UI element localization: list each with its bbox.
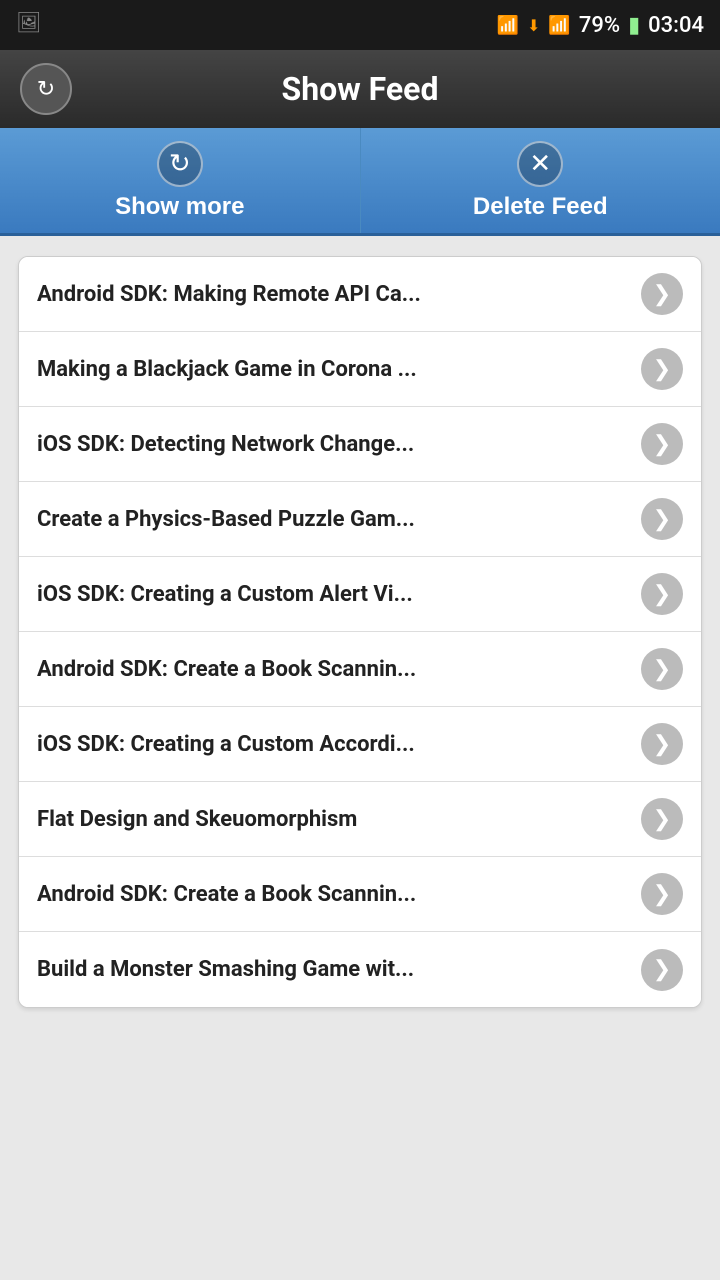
feed-item-arrow-icon: ❯	[641, 348, 683, 390]
status-bar: 🖼 📶 ⬇ 📶 79% ▮ 03:04	[0, 0, 720, 50]
time-display: 03:04	[648, 13, 704, 38]
feed-item[interactable]: Making a Blackjack Game in Corona ... ❯	[19, 332, 701, 407]
feed-item-title: Flat Design and Skeuomorphism	[37, 807, 631, 832]
feed-item-title: Build a Monster Smashing Game wit...	[37, 957, 631, 982]
feed-item-arrow-icon: ❯	[641, 498, 683, 540]
feed-item[interactable]: Create a Physics-Based Puzzle Gam... ❯	[19, 482, 701, 557]
feed-item[interactable]: Android SDK: Create a Book Scannin... ❯	[19, 632, 701, 707]
feed-item-arrow-icon: ❯	[641, 873, 683, 915]
wifi-icon: 📶	[497, 15, 519, 36]
battery-icon: ▮	[628, 13, 640, 38]
feed-item-arrow-icon: ❯	[641, 573, 683, 615]
delete-feed-icon: ✕	[517, 141, 563, 187]
feed-item-title: Making a Blackjack Game in Corona ...	[37, 357, 631, 382]
page-title: Show Feed	[72, 70, 648, 108]
feed-item[interactable]: Flat Design and Skeuomorphism ❯	[19, 782, 701, 857]
battery-percent: 79%	[579, 13, 620, 38]
back-button[interactable]: ↻	[20, 63, 72, 115]
feed-item-title: iOS SDK: Creating a Custom Alert Vi...	[37, 582, 631, 607]
show-more-label: Show more	[115, 193, 244, 221]
feed-item[interactable]: Android SDK: Create a Book Scannin... ❯	[19, 857, 701, 932]
back-icon: ↻	[37, 77, 55, 102]
feed-list: Android SDK: Making Remote API Ca...❯Mak…	[18, 256, 702, 1008]
show-more-button[interactable]: ↻ Show more	[0, 128, 361, 233]
title-bar: ↻ Show Feed	[0, 50, 720, 128]
feed-item-arrow-icon: ❯	[641, 949, 683, 991]
feed-item-arrow-icon: ❯	[641, 423, 683, 465]
feed-item-arrow-icon: ❯	[641, 273, 683, 315]
status-left-icons: 🖼	[16, 10, 41, 34]
delete-feed-label: Delete Feed	[473, 193, 608, 221]
image-icon: 🖼	[16, 10, 41, 34]
feed-item[interactable]: iOS SDK: Creating a Custom Accordi... ❯	[19, 707, 701, 782]
feed-item-title: Android SDK: Create a Book Scannin...	[37, 657, 631, 682]
feed-item-arrow-icon: ❯	[641, 798, 683, 840]
delete-feed-button[interactable]: ✕ Delete Feed	[361, 128, 720, 233]
feed-item[interactable]: Android SDK: Making Remote API Ca... ❯	[19, 257, 701, 332]
download-icon: ⬇	[527, 16, 540, 35]
show-more-icon: ↻	[157, 141, 203, 187]
feed-item-title: iOS SDK: Detecting Network Change...	[37, 432, 631, 457]
feed-item-title: Android SDK: Create a Book Scannin...	[37, 882, 631, 907]
feed-item-title: Create a Physics-Based Puzzle Gam...	[37, 507, 631, 532]
feed-item[interactable]: Build a Monster Smashing Game wit... ❯	[19, 932, 701, 1007]
content-area: Android SDK: Making Remote API Ca...❯Mak…	[0, 236, 720, 1028]
feed-item-arrow-icon: ❯	[641, 648, 683, 690]
feed-item-title: Android SDK: Making Remote API Ca...	[37, 282, 631, 307]
feed-item-title: iOS SDK: Creating a Custom Accordi...	[37, 732, 631, 757]
action-bar: ↻ Show more ✕ Delete Feed	[0, 128, 720, 236]
feed-item[interactable]: iOS SDK: Detecting Network Change... ❯	[19, 407, 701, 482]
signal-icon: 📶	[548, 15, 570, 36]
feed-item-arrow-icon: ❯	[641, 723, 683, 765]
feed-item[interactable]: iOS SDK: Creating a Custom Alert Vi... ❯	[19, 557, 701, 632]
